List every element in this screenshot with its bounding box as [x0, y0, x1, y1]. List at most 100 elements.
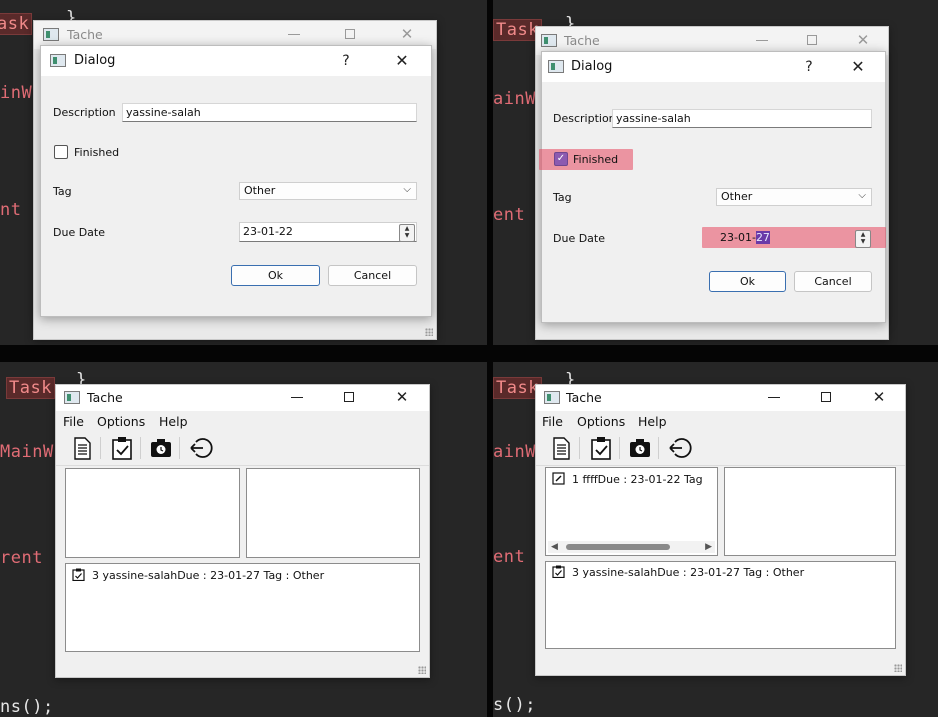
menu-bar: File Options Help: [536, 412, 905, 432]
cancel-button[interactable]: Cancel: [328, 265, 417, 286]
window-title: Tache: [67, 27, 103, 42]
toolbar-separator: [100, 437, 101, 459]
edit-icon: [552, 472, 565, 485]
close-icon[interactable]: ✕: [390, 51, 414, 71]
code-fragment: ns();: [0, 697, 54, 717]
checklist-icon[interactable]: [109, 435, 135, 461]
menu-file[interactable]: File: [542, 414, 563, 429]
minimize-icon[interactable]: [750, 30, 774, 50]
code-fragment: Task: [6, 377, 55, 399]
close-icon[interactable]: ✕: [390, 387, 414, 407]
ok-button[interactable]: Ok: [231, 265, 320, 286]
horizontal-scrollbar[interactable]: ◀ ▶: [548, 541, 715, 553]
dialog-title: Dialog: [571, 59, 613, 74]
toolbar-separator: [658, 437, 659, 459]
scroll-left-icon[interactable]: ◀: [551, 541, 558, 553]
maximize-icon[interactable]: [814, 387, 838, 407]
panel-dialog-checked: Task } ainW ent Tache ✕ Dialog ? ✕ Descr…: [493, 0, 938, 345]
help-button[interactable]: ?: [797, 57, 821, 77]
app-icon: [50, 54, 66, 67]
document-icon[interactable]: [69, 435, 95, 461]
description-input[interactable]: yassine-salah: [122, 103, 417, 122]
resize-grip[interactable]: [425, 328, 433, 336]
menu-help[interactable]: Help: [159, 414, 188, 429]
ok-button[interactable]: Ok: [709, 271, 786, 292]
task-dialog: Dialog ? ✕ Description yassine-salah Fin…: [40, 45, 432, 317]
dialog-titlebar: Dialog ? ✕: [41, 46, 431, 76]
camera-icon[interactable]: [148, 435, 174, 461]
toolbar: [536, 431, 905, 466]
description-input[interactable]: yassine-salah: [612, 109, 872, 128]
close-icon[interactable]: ✕: [846, 57, 870, 77]
finished-label: Finished: [74, 146, 120, 159]
minimize-icon[interactable]: [282, 24, 306, 44]
tag-label: Tag: [53, 185, 72, 198]
code-fragment: ask: [0, 13, 33, 35]
maximize-icon[interactable]: [800, 30, 824, 50]
scroll-thumb[interactable]: [566, 544, 670, 550]
toolbar-separator: [140, 437, 141, 459]
menu-options[interactable]: Options: [577, 414, 625, 429]
resize-grip[interactable]: [418, 666, 426, 674]
cancel-button[interactable]: Cancel: [794, 271, 872, 292]
spin-arrows-icon[interactable]: ▲ ▼: [855, 230, 871, 248]
maximize-icon[interactable]: [338, 24, 362, 44]
maximize-icon[interactable]: [337, 387, 361, 407]
code-fragment: ainW: [493, 442, 536, 462]
dialog-title: Dialog: [74, 53, 116, 68]
list-item[interactable]: 3 yassine-salahDue : 23-01-27 Tag : Othe…: [72, 568, 324, 582]
app-icon: [64, 391, 80, 404]
description-label: Description: [553, 112, 616, 125]
due-date-value: 23-01-: [720, 231, 756, 244]
task-list-pending[interactable]: [65, 468, 240, 558]
toolbar: [56, 431, 429, 466]
task-list-other[interactable]: [246, 468, 420, 558]
minimize-icon[interactable]: [762, 387, 786, 407]
back-arrow-icon[interactable]: [667, 435, 693, 461]
menu-help[interactable]: Help: [638, 414, 667, 429]
code-fragment: ent: [493, 547, 526, 567]
chevron-down-icon: ⌵: [403, 184, 411, 195]
tag-select[interactable]: Other ⌵: [239, 182, 417, 200]
due-date-selection: 27: [755, 231, 770, 244]
camera-icon[interactable]: [627, 435, 653, 461]
window-title: Tache: [564, 33, 600, 48]
code-fragment: ent: [493, 205, 526, 225]
checklist-icon[interactable]: [588, 435, 614, 461]
code-fragment: MainW: [0, 442, 54, 462]
code-fragment: inW: [0, 83, 33, 103]
app-icon: [544, 391, 560, 404]
back-arrow-icon[interactable]: [188, 435, 214, 461]
spin-arrows-icon[interactable]: ▲ ▼: [399, 224, 415, 242]
list-item[interactable]: 3 yassine-salahDue : 23-01-27 Tag : Othe…: [552, 565, 804, 579]
minimize-icon[interactable]: [285, 387, 309, 407]
description-label: Description: [53, 106, 116, 119]
tag-select-value: Other: [721, 190, 753, 203]
help-button[interactable]: ?: [334, 51, 358, 71]
close-icon[interactable]: ✕: [395, 24, 419, 44]
due-date-input[interactable]: 23-01-22 ▲ ▼: [239, 222, 417, 242]
close-icon[interactable]: ✕: [851, 30, 875, 50]
toolbar-separator: [619, 437, 620, 459]
code-fragment: ainW: [493, 89, 536, 109]
task-list-pending[interactable]: 1 ffffDue : 23-01-22 Tag ◀ ▶: [545, 467, 718, 556]
menu-file[interactable]: File: [63, 414, 84, 429]
chevron-down-icon: ⌵: [858, 190, 866, 201]
task-list-finished[interactable]: 3 yassine-salahDue : 23-01-27 Tag : Othe…: [545, 561, 896, 649]
due-date-value: 23-01-22: [243, 225, 293, 238]
finished-checkbox[interactable]: [54, 145, 68, 159]
main-window-titlebar: Tache ✕: [56, 385, 429, 411]
task-list-finished[interactable]: 3 yassine-salahDue : 23-01-27 Tag : Othe…: [65, 563, 420, 652]
close-icon[interactable]: ✕: [867, 387, 891, 407]
list-item[interactable]: 1 ffffDue : 23-01-22 Tag: [552, 472, 703, 486]
finished-checkbox[interactable]: ✓: [554, 152, 568, 166]
toolbar-separator: [579, 437, 580, 459]
menu-options[interactable]: Options: [97, 414, 145, 429]
due-date-input[interactable]: 23-01-27 ▲ ▼: [716, 228, 872, 248]
tag-select[interactable]: Other ⌵: [716, 188, 872, 206]
tag-select-value: Other: [244, 184, 276, 197]
resize-grip[interactable]: [894, 664, 902, 672]
task-list-other[interactable]: [724, 467, 896, 556]
document-icon[interactable]: [548, 435, 574, 461]
scroll-right-icon[interactable]: ▶: [705, 541, 712, 553]
